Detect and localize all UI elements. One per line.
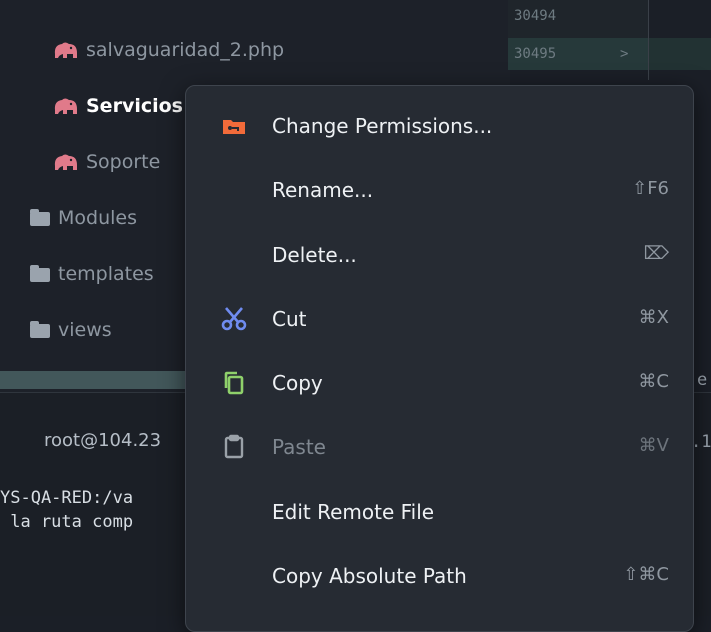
copy-icon [220,369,248,397]
folder-icon [30,265,50,282]
menu-item-label: Cut [272,307,307,331]
terminal-fragment: .1 [691,432,711,452]
tree-item-label: Modules [58,207,137,229]
menu-item-shortcut: ⌘X [638,307,669,328]
menu-item-shortcut: ⌦ [643,243,669,264]
menu-item-copy-absolute-path[interactable]: Copy Absolute Path ⇧⌘C [186,546,693,606]
tree-item-servicios[interactable]: Servicios [52,86,183,126]
menu-item-shortcut: ⇧⌘C [623,564,669,585]
tree-item-modules[interactable]: Modules [30,198,137,238]
php-elephant-icon [52,40,80,60]
terminal-fragment: e [697,370,708,390]
menu-item-label: Delete... [272,243,357,267]
terminal-line: YS-QA-RED:/va [0,488,134,508]
folder-icon [30,209,50,226]
tree-item-label: Servicios [86,95,183,117]
folder-icon [30,321,50,338]
menu-item-label: Change Permissions... [272,114,493,138]
menu-item-label: Copy [272,371,323,395]
menu-item-edit-remote-file[interactable]: Edit Remote File [186,482,693,542]
scissors-icon [220,305,248,333]
tree-item-views[interactable]: views [30,310,112,350]
editor-line-highlight [649,38,711,70]
terminal-tab[interactable]: root@104.23 [44,430,161,451]
menu-item-copy[interactable]: Copy ⌘C [186,353,693,413]
clipboard-icon [220,433,248,461]
menu-item-shortcut: ⌘V [638,435,669,456]
tree-item-label: Soporte [86,151,161,173]
menu-item-shortcut: ⇧F6 [632,178,669,199]
menu-item-delete[interactable]: Delete... ⌦ [186,225,693,285]
tree-item-soporte[interactable]: Soporte [52,142,160,182]
line-number: 30494 [514,8,557,24]
menu-item-paste[interactable]: Paste ⌘V [186,417,693,477]
tree-item-label: templates [58,263,154,285]
key-folder-icon [220,112,248,140]
menu-item-label: Rename... [272,178,374,202]
menu-item-change-permissions[interactable]: Change Permissions... [186,96,693,156]
php-elephant-icon [52,152,80,172]
line-number-gutter: 30494 30495 > [508,0,648,70]
menu-item-rename[interactable]: Rename... ⇧F6 [186,160,693,220]
fold-arrow-icon[interactable]: > [620,46,628,62]
menu-item-label: Copy Absolute Path [272,564,467,588]
tree-item-salvaguaridad[interactable]: salvaguaridad_2.php [52,30,284,70]
terminal-line: la ruta comp [0,512,134,532]
menu-item-label: Edit Remote File [272,500,435,524]
menu-item-label: Paste [272,435,326,459]
tree-item-templates[interactable]: templates [30,254,154,294]
php-elephant-icon [52,96,80,116]
context-menu: Change Permissions... Rename... ⇧F6 Dele… [185,85,694,632]
line-number: 30495 [514,46,557,62]
menu-item-shortcut: ⌘C [638,371,669,392]
tree-item-label: views [58,319,112,341]
menu-item-cut[interactable]: Cut ⌘X [186,289,693,349]
tree-item-label: salvaguaridad_2.php [86,39,285,61]
